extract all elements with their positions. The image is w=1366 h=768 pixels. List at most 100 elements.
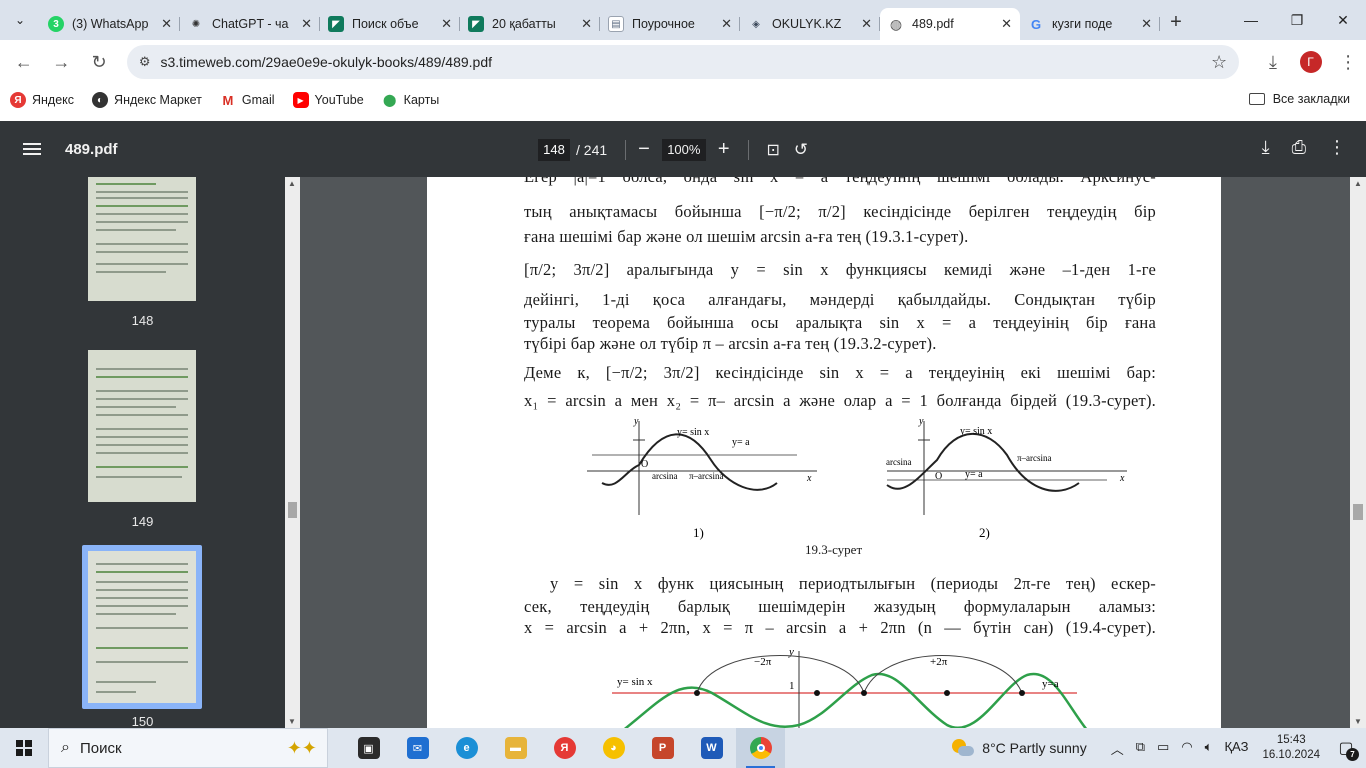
rotate-icon[interactable]: ↺ bbox=[794, 140, 808, 160]
taskbar-app-word[interactable]: W bbox=[687, 728, 736, 768]
tab-search-objects[interactable]: ◤ Поиск объе ✕ bbox=[320, 8, 460, 40]
url-text: s3.timeweb.com/29ae0e9e-okulyk-books/489… bbox=[160, 54, 493, 70]
reload-button[interactable]: ↻ bbox=[81, 44, 117, 80]
chrome-icon bbox=[749, 737, 772, 759]
book-icon: ◈ bbox=[752, 18, 760, 30]
address-bar[interactable]: ⚙ s3.timeweb.com/29ae0e9e-okulyk-books/4… bbox=[126, 45, 1240, 79]
tab-pourochnoe[interactable]: ▤ Поурочное ✕ bbox=[600, 8, 740, 40]
figure-19-4: y= sin x y=a −2π +2π y 1 bbox=[612, 646, 1088, 728]
close-icon[interactable]: ✕ bbox=[1001, 16, 1012, 32]
page-text-line: сек, теңдеудің барлық шешімдерін жазудың… bbox=[524, 597, 1156, 616]
downloads-button[interactable]: ⤓ bbox=[1255, 44, 1291, 80]
bookmark-gmail[interactable]: M Gmail bbox=[220, 92, 274, 108]
close-icon[interactable]: ✕ bbox=[861, 16, 872, 32]
thumbnail-page-148[interactable] bbox=[88, 177, 196, 301]
tab-20-kabatty[interactable]: ◤ 20 қабатты ✕ bbox=[460, 8, 600, 40]
scroll-up-icon[interactable]: ▲ bbox=[1354, 179, 1362, 188]
tab-search-button[interactable]: ⌄ bbox=[0, 0, 40, 40]
bookmark-star-icon[interactable]: ☆ bbox=[1211, 52, 1227, 73]
close-window-button[interactable]: ✕ bbox=[1320, 0, 1366, 40]
bookmark-yandex[interactable]: Я Яндекс bbox=[10, 92, 74, 108]
divider bbox=[625, 139, 627, 160]
main-scrollbar[interactable]: ▲ ▼ bbox=[1350, 177, 1366, 728]
page-text-line: x = arcsin a + 2πn, x = π – arcsin a + 2… bbox=[524, 618, 1156, 637]
menu-icon[interactable] bbox=[23, 140, 41, 158]
tab-489-pdf[interactable]: ◍ 489.pdf ✕ bbox=[880, 8, 1020, 40]
taskbar-search[interactable]: ⌕ Поиск ✦✦ bbox=[48, 728, 328, 768]
meet-icon[interactable]: ⧉ bbox=[1136, 739, 1145, 758]
close-icon[interactable]: ✕ bbox=[441, 16, 452, 32]
total-pages: / 241 bbox=[576, 141, 608, 158]
profile-button[interactable]: Г bbox=[1293, 44, 1329, 80]
download-icon[interactable]: ⤓ bbox=[1262, 137, 1270, 158]
scroll-up-icon[interactable]: ▲ bbox=[288, 179, 296, 188]
graph-label: arcsina bbox=[652, 471, 677, 481]
all-bookmarks-button[interactable]: Все закладки bbox=[1248, 92, 1350, 106]
print-icon[interactable]: ⎙ bbox=[1292, 137, 1306, 158]
minimize-button[interactable]: — bbox=[1228, 0, 1274, 40]
taskbar-app-explorer[interactable]: ▬ bbox=[491, 728, 540, 768]
taskbar-app-task-view[interactable]: ▣ bbox=[344, 728, 393, 768]
bookmark-maps[interactable]: ⬤ Карты bbox=[382, 92, 439, 108]
thumbnail-label: 148 bbox=[131, 313, 154, 328]
thumbnail-label: 149 bbox=[131, 514, 154, 529]
tab-strip: ⌄ 3 (3) WhatsApp ✕ ✺ ChatGPT - ча ✕ ◤ Поиск о… bbox=[0, 0, 1366, 40]
bookmark-youtube[interactable]: ▶ YouTube bbox=[292, 92, 364, 108]
pdf-title: 489.pdf bbox=[65, 140, 118, 158]
tray-icons: ︿ ⧉ ▭ ◠ 🔈︎ ҚАЗ bbox=[1111, 739, 1249, 758]
close-icon[interactable]: ✕ bbox=[721, 16, 732, 32]
close-icon[interactable]: ✕ bbox=[161, 16, 172, 32]
taskbar-app-yandex[interactable]: Я bbox=[540, 728, 589, 768]
taskbar-app-edge[interactable]: e bbox=[442, 728, 491, 768]
scrollbar-thumb[interactable] bbox=[1353, 504, 1363, 520]
zoom-out-button[interactable]: − bbox=[638, 138, 650, 161]
svg-text:O: O bbox=[935, 471, 942, 482]
language-indicator[interactable]: ҚАЗ bbox=[1224, 739, 1248, 758]
thumbnail-page-149[interactable] bbox=[88, 350, 196, 502]
figure-19-3: y= sin x y= a arcsina π–arcsina y x O y=… bbox=[587, 416, 1127, 540]
back-button[interactable]: ← bbox=[6, 44, 42, 80]
tab-okulyk[interactable]: ◈ OKULYK.KZ ✕ bbox=[740, 8, 880, 40]
bookmark-yandex-market[interactable]: ◐ Яндекс Маркет bbox=[92, 92, 202, 108]
graph-2: y= sin x y= a arcsina π–arcsina y x O bbox=[886, 416, 1127, 515]
sidebar-scrollbar[interactable]: ▲ ▼ bbox=[285, 177, 300, 728]
period-arc-left bbox=[696, 655, 865, 694]
search-icon: ⌕ bbox=[61, 739, 70, 756]
fit-page-icon[interactable]: ⊡ bbox=[767, 140, 780, 160]
scrollbar-thumb[interactable] bbox=[288, 502, 297, 518]
battery-icon[interactable]: ▭ bbox=[1157, 739, 1169, 758]
site-info-icon[interactable]: ⚙ bbox=[139, 54, 151, 70]
new-tab-button[interactable]: + bbox=[1160, 6, 1192, 38]
tab-whatsapp[interactable]: 3 (3) WhatsApp ✕ bbox=[40, 8, 180, 40]
scroll-down-icon[interactable]: ▼ bbox=[1354, 717, 1362, 726]
volume-icon[interactable]: 🔈︎ bbox=[1205, 739, 1213, 758]
scroll-down-icon[interactable]: ▼ bbox=[288, 717, 296, 726]
svg-text:1: 1 bbox=[789, 680, 795, 692]
close-icon[interactable]: ✕ bbox=[1141, 16, 1152, 32]
browser-menu-button[interactable]: ⋮ bbox=[1330, 44, 1366, 80]
taskbar-app-market[interactable]: ◕ bbox=[589, 728, 638, 768]
tab-chatgpt[interactable]: ✺ ChatGPT - ча ✕ bbox=[180, 8, 320, 40]
zoom-level-input[interactable]: 100% bbox=[661, 138, 706, 161]
zoom-in-button[interactable]: + bbox=[718, 138, 730, 161]
task-view-icon: ▣ bbox=[357, 737, 380, 759]
thumbnail-page-150[interactable] bbox=[88, 551, 196, 703]
taskbar-app-powerpoint[interactable]: P bbox=[638, 728, 687, 768]
forward-button[interactable]: → bbox=[44, 44, 80, 80]
close-icon[interactable]: ✕ bbox=[301, 16, 312, 32]
close-icon[interactable]: ✕ bbox=[581, 16, 592, 32]
page-number-input[interactable]: 148 bbox=[538, 138, 570, 161]
file-explorer-icon: ▬ bbox=[504, 737, 527, 759]
taskbar-app-chrome[interactable] bbox=[736, 728, 785, 768]
more-options-icon[interactable]: ⋮ bbox=[1328, 137, 1346, 158]
wifi-icon[interactable]: ◠ bbox=[1181, 739, 1192, 758]
restore-button[interactable]: ❐ bbox=[1274, 0, 1320, 40]
chevron-up-icon[interactable]: ︿ bbox=[1111, 739, 1124, 758]
taskbar-app-mail[interactable]: ✉ bbox=[393, 728, 442, 768]
weather-widget[interactable]: 8°C Partly sunny bbox=[952, 739, 1087, 757]
start-button[interactable] bbox=[0, 728, 48, 768]
notification-button[interactable]: ▢ 7 bbox=[1332, 734, 1360, 762]
tab-google-search[interactable]: Gкузги поде ✕ bbox=[1020, 8, 1160, 40]
search-doc-icon: ◤ bbox=[328, 16, 344, 32]
clock[interactable]: 15:43 16.10.2024 bbox=[1262, 733, 1320, 763]
